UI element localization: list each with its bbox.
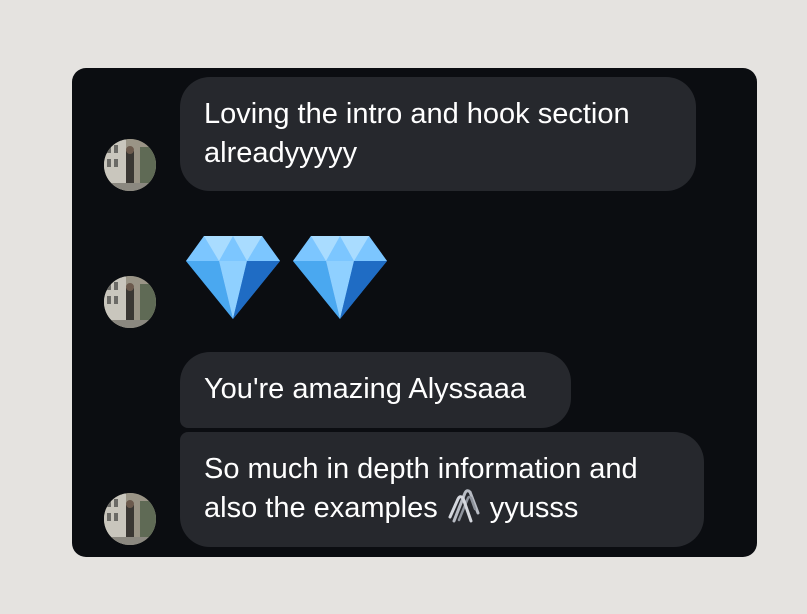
avatar[interactable] [104,139,156,191]
message-text: yyusss [489,492,579,524]
message-text: alreadyyyyy [204,137,358,169]
message-bubble[interactable]: So much in depth information and also th… [180,432,704,547]
paperclip-icon [448,489,480,523]
message-text: Loving the intro and hook section [204,98,630,130]
message-text: also the examples [204,492,438,524]
message-text: You're amazing Alyssaaa [204,373,527,405]
avatar[interactable] [104,493,156,545]
message-text: So much in depth information and [204,453,638,485]
avatar[interactable] [104,276,156,328]
message-bubble[interactable]: Loving the intro and hook section alread… [180,77,696,191]
gem-icon [186,236,280,319]
message-bubble[interactable]: You're amazing Alyssaaa [180,352,571,428]
gem-icon [293,236,387,319]
